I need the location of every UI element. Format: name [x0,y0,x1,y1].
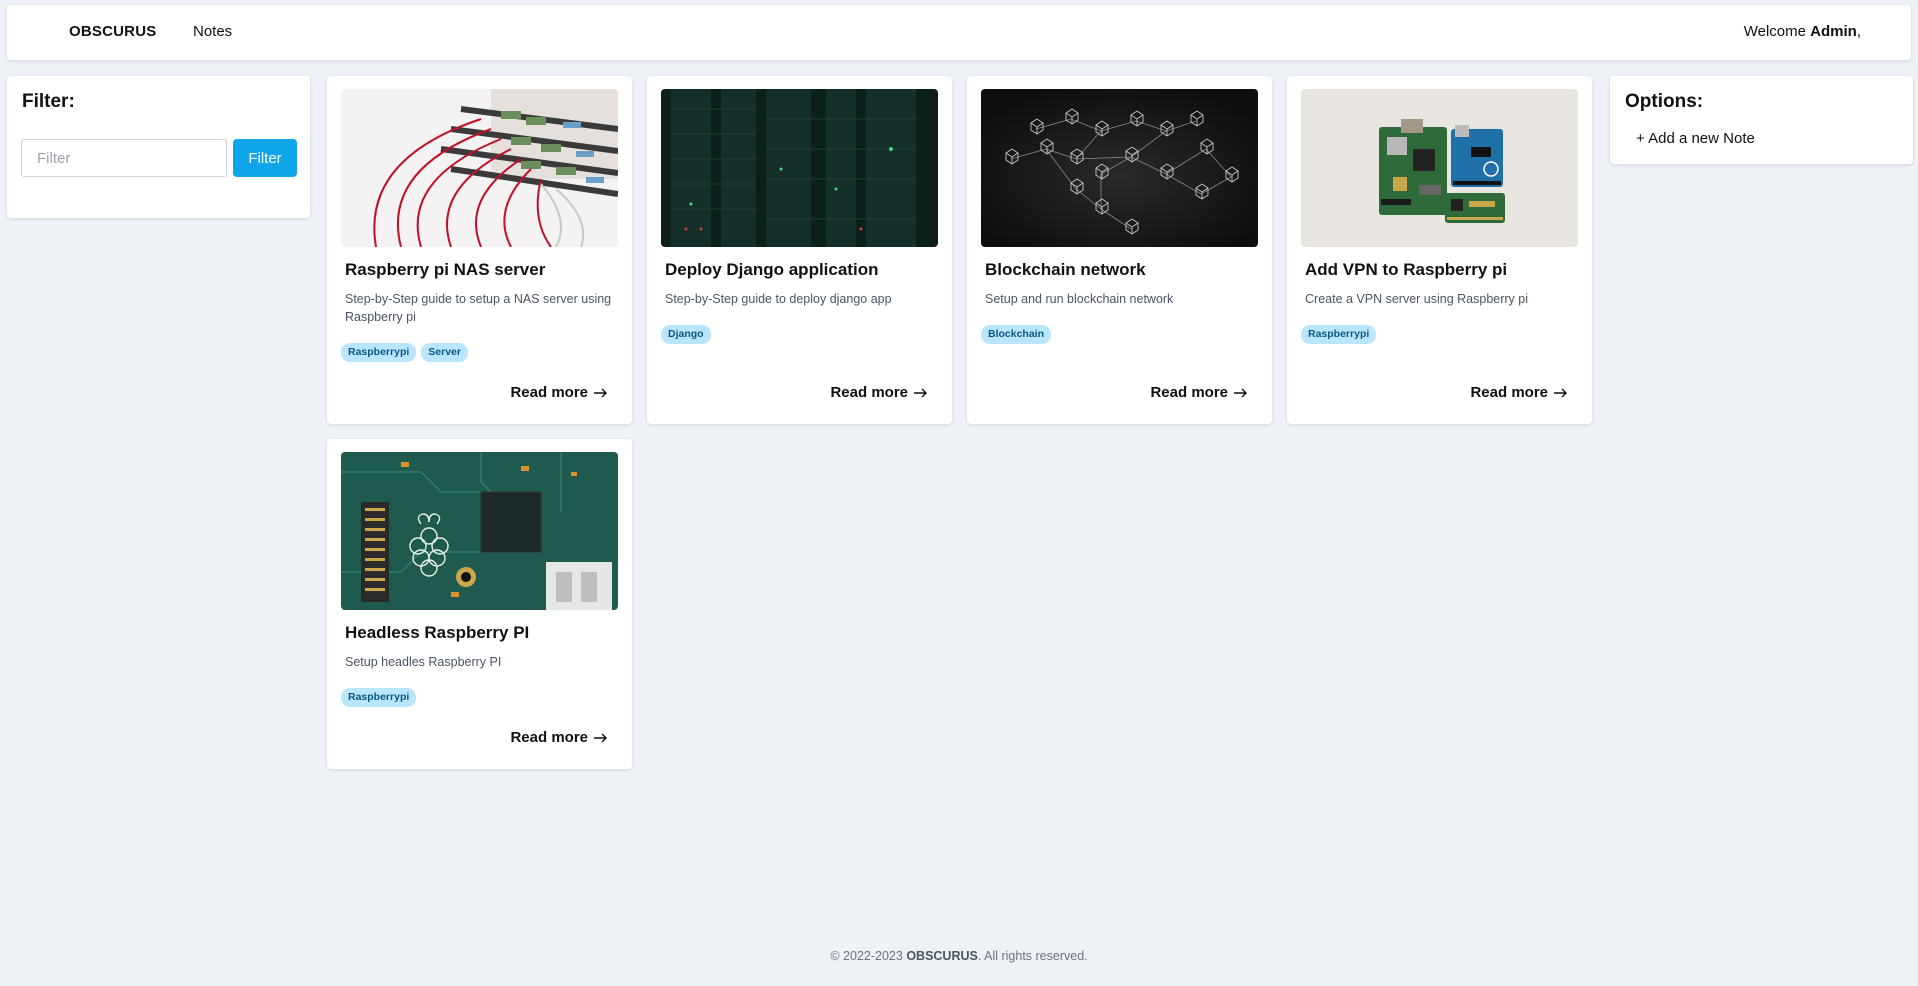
card-title[interactable]: Raspberry pi NAS server [345,260,545,280]
filter-button[interactable]: Filter [233,139,297,177]
footer-copyright: © 2022-2023 [830,949,907,963]
read-more-link[interactable]: Read more [510,729,608,746]
add-note-link[interactable]: + Add a new Note [1636,130,1755,147]
welcome-suffix: , [1856,23,1861,40]
tag-badge[interactable]: Raspberrypi [341,688,417,707]
brand-logo[interactable]: OBSCURUS [69,23,156,40]
read-more-link[interactable]: Read more [510,384,608,401]
card-description: Setup headles Raspberry PI [345,655,502,669]
card-description: Step-by-Step guide to setup a NAS server… [345,292,612,324]
read-more-label: Read more [1470,384,1548,401]
tag-badge[interactable]: Django [661,325,711,344]
note-card: Raspberry pi NAS server Step-by-Step gui… [327,76,632,424]
footer: © 2022-2023 OBSCURUS. All rights reserve… [0,949,1918,963]
footer-brand: OBSCURUS [906,949,978,963]
filter-title: Filter: [22,91,75,112]
raspberry-pi-closeup-image[interactable] [341,452,618,610]
tag-list: Django [661,325,711,344]
tag-list: Blockchain [981,325,1052,344]
card-title[interactable]: Headless Raspberry PI [345,623,529,643]
read-more-label: Read more [1150,384,1228,401]
nav-link-notes[interactable]: Notes [193,23,232,40]
options-panel: Options: + Add a new Note [1610,76,1913,164]
raspberry-boards-image[interactable] [1301,89,1578,247]
read-more-link[interactable]: Read more [830,384,928,401]
welcome-message: Welcome Admin, [1744,23,1861,40]
welcome-prefix: Welcome [1743,23,1811,40]
filter-panel: Filter: Filter [7,76,310,218]
tag-badge[interactable]: Blockchain [981,325,1052,344]
arrow-right-icon [1234,388,1247,397]
username: Admin [1810,23,1857,40]
footer-rights: . All rights reserved. [977,949,1088,963]
arrow-right-icon [594,388,607,397]
tag-badge[interactable]: Raspberrypi [341,343,417,362]
card-title[interactable]: Blockchain network [985,260,1146,280]
filter-input[interactable] [21,139,227,177]
card-description: Setup and run blockchain network [985,292,1174,306]
note-card: Blockchain network Setup and run blockch… [967,76,1272,424]
read-more-link[interactable]: Read more [1150,384,1248,401]
card-title[interactable]: Deploy Django application [665,260,878,280]
tag-list: Raspberrypi Server [341,343,468,362]
note-card: Add VPN to Raspberry pi Create a VPN ser… [1287,76,1592,424]
tag-badge[interactable]: Raspberrypi [1301,325,1377,344]
card-description: Step-by-Step guide to deploy django app [665,292,892,306]
note-card: Deploy Django application Step-by-Step g… [647,76,952,424]
read-more-label: Read more [510,384,588,401]
network-cables-image[interactable] [341,89,618,247]
server-rack-image[interactable] [661,89,938,247]
note-card: Headless Raspberry PI Setup headles Rasp… [327,439,632,769]
tag-badge[interactable]: Server [421,343,468,362]
read-more-label: Read more [830,384,908,401]
read-more-label: Read more [510,729,588,746]
card-title[interactable]: Add VPN to Raspberry pi [1305,260,1507,280]
arrow-right-icon [594,733,607,742]
arrow-right-icon [1554,388,1567,397]
card-description: Create a VPN server using Raspberry pi [1305,292,1529,306]
tag-list: Raspberrypi [1301,325,1377,344]
tag-list: Raspberrypi [341,688,417,707]
options-title: Options: [1625,91,1704,112]
read-more-link[interactable]: Read more [1470,384,1568,401]
blockchain-cubes-image[interactable] [981,89,1258,247]
top-navbar: OBSCURUS Notes Welcome Admin, [7,5,1911,60]
arrow-right-icon [914,388,927,397]
